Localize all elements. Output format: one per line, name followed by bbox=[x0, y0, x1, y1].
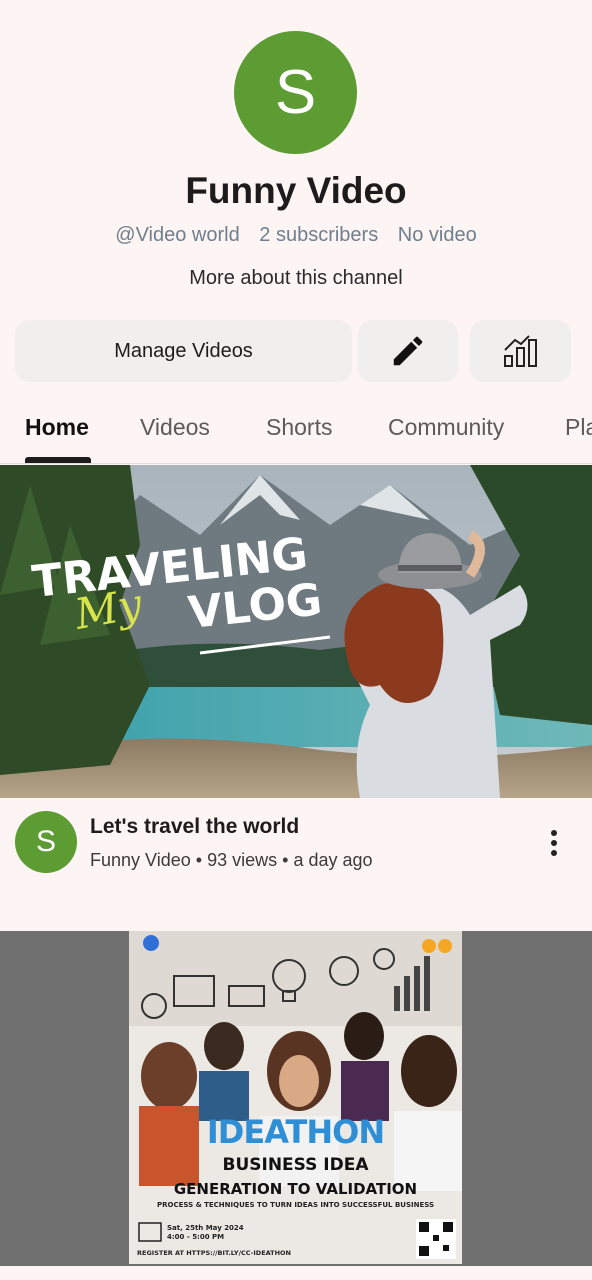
pencil-icon bbox=[393, 336, 423, 366]
tab-playlists[interactable]: Playlists bbox=[565, 414, 592, 441]
avatar-letter: S bbox=[35, 825, 56, 858]
separator: • bbox=[195, 850, 208, 870]
tab-videos[interactable]: Videos bbox=[140, 414, 210, 441]
channel-name: Funny Video bbox=[185, 170, 407, 211]
channel-meta: @Video world 2 subscribers No video bbox=[0, 224, 592, 247]
avatar-letter: S bbox=[274, 58, 317, 127]
more-options-button[interactable] bbox=[542, 828, 566, 858]
video-channel-name: Funny Video bbox=[90, 850, 191, 870]
analytics-button[interactable] bbox=[470, 320, 571, 382]
video-age: a day ago bbox=[293, 850, 373, 870]
video-title[interactable]: Let's travel the world bbox=[90, 815, 299, 839]
separator: • bbox=[282, 850, 294, 870]
tab-community[interactable]: Community bbox=[388, 414, 504, 441]
poster-title: IDEATHON bbox=[206, 1113, 385, 1151]
channel-avatar[interactable]: S bbox=[234, 31, 357, 154]
video-views: 93 views bbox=[207, 850, 278, 870]
poster-subtitle: BUSINESS IDEA bbox=[222, 1155, 369, 1175]
subscriber-count: 2 subscribers bbox=[259, 224, 379, 246]
poster-subtitle-2: GENERATION TO VALIDATION bbox=[173, 1180, 418, 1198]
channel-tabs: Home Videos Shorts Community Playlists bbox=[0, 400, 592, 464]
poster-register: REGISTER AT HTTPS://BIT.LY/CC-IDEATHON bbox=[137, 1249, 292, 1257]
poster-tagline: PROCESS & TECHNIQUES TO TURN IDEAS INTO … bbox=[156, 1201, 435, 1209]
channel-handle: @Video world bbox=[115, 224, 240, 246]
poster-date: Sat, 25th May 2024 bbox=[167, 1224, 244, 1232]
tab-shorts[interactable]: Shorts bbox=[266, 414, 332, 441]
travel-thumbnail-image: TRAVELING My VLOG bbox=[0, 465, 592, 798]
kebab-menu-icon bbox=[551, 830, 557, 856]
manage-videos-button[interactable]: Manage Videos bbox=[15, 320, 352, 382]
next-video-info-partial bbox=[0, 1268, 592, 1280]
video-count: No video bbox=[397, 224, 477, 246]
tab-home[interactable]: Home bbox=[25, 414, 89, 441]
video-thumbnail-2[interactable]: IDEATHON BUSINESS IDEA GENERATION TO VAL… bbox=[129, 931, 462, 1264]
poster-date-block: Sat, 25th May 2024 4:00 - 5:00 PM bbox=[167, 1224, 244, 1242]
poster-time: 4:00 - 5:00 PM bbox=[167, 1233, 225, 1241]
video-channel-avatar[interactable]: S bbox=[15, 811, 77, 873]
analytics-icon bbox=[503, 335, 537, 367]
video-meta: Funny Video • 93 views • a day ago bbox=[90, 850, 373, 871]
tabs-divider bbox=[0, 463, 592, 464]
edit-channel-button[interactable] bbox=[358, 320, 458, 382]
ideathon-poster-image bbox=[129, 931, 462, 1264]
video-thumbnail[interactable]: TRAVELING My VLOG bbox=[0, 465, 592, 798]
more-about-link[interactable]: More about this channel bbox=[0, 267, 592, 290]
